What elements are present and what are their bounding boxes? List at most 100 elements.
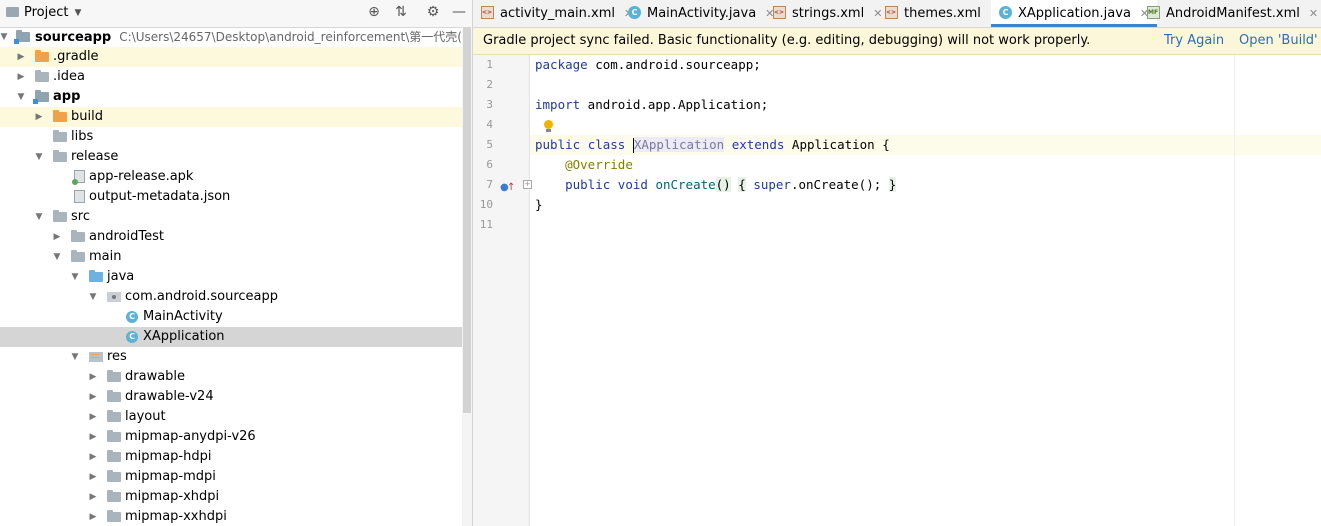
tree-row-java[interactable]: ▼ java [0, 267, 462, 287]
chevron-right-icon[interactable]: ▶ [33, 107, 45, 127]
chevron-right-icon[interactable]: ▶ [15, 47, 27, 67]
chevron-down-icon[interactable]: ▼ [69, 267, 81, 287]
project-panel-title: Project [24, 5, 69, 20]
tree-label: mipmap-hdpi [125, 449, 212, 464]
tree-row-layout[interactable]: ▶ layout [0, 407, 462, 427]
chevron-down-icon[interactable]: ▼ [0, 27, 10, 47]
chevron-right-icon[interactable]: ▶ [87, 427, 99, 447]
package-icon [107, 292, 121, 302]
tree-row-res[interactable]: ▼ res [0, 347, 462, 367]
chevron-right-icon[interactable]: ▶ [87, 407, 99, 427]
tree-row-mipmap-anydpi-v26[interactable]: ▶ mipmap-anydpi-v26 [0, 427, 462, 447]
tree-label: src [71, 209, 90, 224]
class-icon: C [126, 331, 138, 343]
tree-row-sourceapp[interactable]: ▼ sourceapp C:\Users\24657\Desktop\androi… [0, 27, 472, 47]
close-icon[interactable]: ✕ [1309, 0, 1318, 27]
banner-message: Gradle project sync failed. Basic functi… [483, 33, 1091, 48]
folder-icon [35, 70, 49, 82]
line-number: 4 [486, 118, 493, 131]
tree-row-mainactivity[interactable]: C MainActivity [0, 307, 462, 327]
tree-row-output-metadata[interactable]: output-metadata.json [0, 187, 462, 207]
tab-activity-main-xml[interactable]: activity_main.xml✕ [481, 0, 633, 27]
tab-strings-xml[interactable]: strings.xml ✕ [773, 0, 882, 27]
tree-label: res [107, 349, 127, 364]
tree-row-mipmap-hdpi[interactable]: ▶ mipmap-hdpi [0, 447, 462, 467]
tree-row-main[interactable]: ▼ main [0, 247, 462, 267]
tree-row-drawable[interactable]: ▶ drawable [0, 367, 462, 387]
tree-row-mipmap-mdpi[interactable]: ▶ mipmap-mdpi [0, 467, 462, 487]
editor-gutter: 1 2 3 4 5 6 7 10 11 [473, 55, 530, 526]
chevron-down-icon[interactable]: ▼ [15, 87, 27, 107]
manifest-file-icon [1147, 6, 1160, 19]
tree-label: app [53, 89, 81, 104]
chevron-right-icon[interactable]: ▶ [15, 67, 27, 87]
json-file-icon [74, 190, 85, 203]
tree-row-gradle[interactable]: ▶ .gradle [0, 47, 462, 67]
try-again-link[interactable]: Try Again [1164, 28, 1224, 54]
tree-row-package[interactable]: ▼ com.android.sourceapp [0, 287, 462, 307]
scrollbar-thumb[interactable] [463, 27, 471, 413]
tree-row-build[interactable]: ▶ build [0, 107, 462, 127]
project-view-selector[interactable]: Project ▼ [6, 5, 81, 20]
tree-label: androidTest [89, 229, 164, 244]
tree-row-androidtest[interactable]: ▶ androidTest [0, 227, 462, 247]
tab-label: strings.xml [792, 6, 865, 21]
folder-icon [53, 210, 67, 222]
class-icon: C [628, 6, 641, 19]
chevron-down-icon[interactable]: ▼ [33, 207, 45, 227]
tree-label: mipmap-anydpi-v26 [125, 429, 256, 444]
tree-row-mipmap-xhdpi[interactable]: ▶ mipmap-xhdpi [0, 487, 462, 507]
tree-row-app-release-apk[interactable]: app-release.apk [0, 167, 462, 187]
code-line-1: package com.android.sourceapp; [535, 57, 761, 72]
line-number: 1 [486, 58, 493, 71]
tree-row-xapplication[interactable]: C XApplication [0, 327, 462, 347]
gear-icon[interactable]: ⚙ [424, 4, 442, 20]
class-icon: C [999, 6, 1012, 19]
chevron-down-icon[interactable]: ▼ [87, 287, 99, 307]
source-folder-icon [89, 270, 103, 282]
folder-icon [107, 390, 121, 402]
chevron-right-icon[interactable]: ▶ [87, 447, 99, 467]
tree-label: drawable [125, 369, 186, 384]
chevron-right-icon[interactable]: ▶ [87, 487, 99, 507]
chevron-right-icon[interactable]: ▶ [51, 227, 63, 247]
chevron-down-icon: ▼ [74, 8, 82, 18]
module-folder-icon [33, 90, 49, 104]
close-icon[interactable]: ✕ [873, 0, 882, 27]
folder-icon [53, 130, 67, 142]
tree-row-idea[interactable]: ▶ .idea [0, 67, 462, 87]
tree-row-drawable-v24[interactable]: ▶ drawable-v24 [0, 387, 462, 407]
editor-tab-bar: activity_main.xml✕ CMainActivity.java✕ s… [473, 0, 1321, 28]
collapse-icon[interactable]: ⇅ [392, 4, 410, 20]
tab-themes-xml[interactable]: themes.xml✕ [885, 0, 999, 27]
tree-row-app[interactable]: ▼ app [0, 87, 462, 107]
line-number: 7 [486, 178, 493, 191]
tree-label: mipmap-mdpi [125, 469, 216, 484]
tree-row-src[interactable]: ▼ src [0, 207, 462, 227]
open-build-link[interactable]: Open 'Build' V [1239, 28, 1321, 54]
tree-label: sourceapp [35, 30, 112, 45]
code-editor[interactable]: package com.android.sourceapp; import an… [530, 55, 1321, 526]
chevron-right-icon[interactable]: ▶ [87, 507, 99, 526]
tree-row-mipmap-xxhdpi[interactable]: ▶ mipmap-xxhdpi [0, 507, 462, 526]
line-number: 5 [486, 138, 493, 151]
arrow-up-icon[interactable]: ↑ [507, 182, 515, 193]
tree-row-libs[interactable]: libs [0, 127, 462, 147]
code-line-3: import android.app.Application; [535, 97, 769, 112]
folder-icon [107, 450, 121, 462]
minimize-icon[interactable]: — [450, 4, 468, 20]
tab-xapplication-java[interactable]: C XApplication.java ✕ [991, 0, 1158, 27]
tab-mainactivity-java[interactable]: C MainActivity.java ✕ [628, 0, 774, 27]
chevron-right-icon[interactable]: ▶ [87, 467, 99, 487]
chevron-right-icon[interactable]: ▶ [87, 387, 99, 407]
chevron-down-icon[interactable]: ▼ [51, 247, 63, 267]
tab-label: themes.xml [904, 6, 981, 21]
tree-row-release[interactable]: ▼ release [0, 147, 462, 167]
chevron-down-icon[interactable]: ▼ [69, 347, 81, 367]
project-tree-scrollbar[interactable] [462, 27, 472, 526]
tab-androidmanifest-xml[interactable]: AndroidManifest.xml ✕ [1147, 0, 1318, 27]
tree-label: java [107, 269, 135, 284]
locate-icon[interactable]: ⊕ [365, 4, 383, 20]
chevron-down-icon[interactable]: ▼ [33, 147, 45, 167]
chevron-right-icon[interactable]: ▶ [87, 367, 99, 387]
